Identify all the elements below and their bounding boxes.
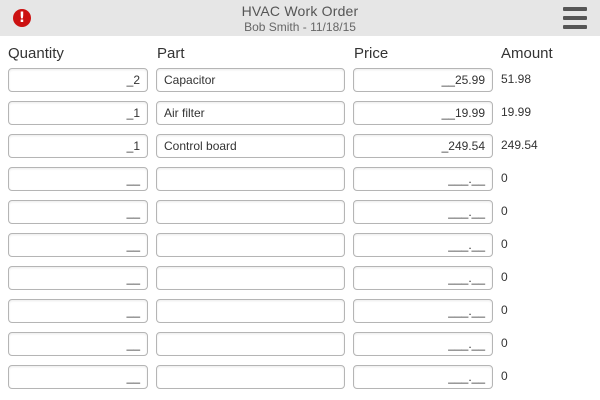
price-input[interactable]: ___.__ [353, 332, 493, 356]
amount-value: 0 [501, 369, 508, 383]
price-input[interactable]: ___.__ [353, 266, 493, 290]
amount-value: 0 [501, 270, 508, 284]
part-input[interactable] [156, 200, 345, 224]
quantity-input[interactable]: _2 [8, 68, 148, 92]
quantity-input[interactable]: __ [8, 299, 148, 323]
amount-value: 0 [501, 171, 508, 185]
part-input[interactable] [156, 365, 345, 389]
app-header: ! HVAC Work Order Bob Smith - 11/18/15 [0, 0, 600, 36]
part-input[interactable] [156, 167, 345, 191]
amount-value: 0 [501, 303, 508, 317]
part-input[interactable] [156, 332, 345, 356]
hamburger-menu-icon[interactable] [563, 7, 587, 29]
quantity-input[interactable]: __ [8, 167, 148, 191]
page-title: HVAC Work Order [241, 3, 359, 19]
amount-value: 0 [501, 336, 508, 350]
quantity-input[interactable]: __ [8, 266, 148, 290]
amount-value: 249.54 [501, 138, 538, 152]
price-input[interactable]: ___.__ [353, 167, 493, 191]
quantity-input[interactable]: __ [8, 233, 148, 257]
part-input[interactable]: Air filter [156, 101, 345, 125]
price-input[interactable]: __19.99 [353, 101, 493, 125]
part-input[interactable]: Capacitor [156, 68, 345, 92]
amount-column-header: Amount [501, 45, 553, 62]
price-input[interactable]: _249.54 [353, 134, 493, 158]
price-input[interactable]: ___.__ [353, 299, 493, 323]
amount-value: 0 [501, 237, 508, 251]
amount-value: 0 [501, 204, 508, 218]
part-column-header: Part [157, 45, 185, 62]
amount-value: 51.98 [501, 72, 532, 86]
quantity-input[interactable]: __ [8, 200, 148, 224]
quantity-input[interactable]: __ [8, 332, 148, 356]
price-input[interactable]: ___.__ [353, 200, 493, 224]
price-input[interactable]: __25.99 [353, 68, 493, 92]
quantity-input[interactable]: _1 [8, 101, 148, 125]
page-subtitle: Bob Smith - 11/18/15 [244, 20, 356, 34]
price-input[interactable]: ___.__ [353, 233, 493, 257]
price-column-header: Price [354, 45, 389, 62]
part-input[interactable] [156, 233, 345, 257]
part-input[interactable] [156, 299, 345, 323]
quantity-column-header: Quantity [8, 45, 64, 62]
part-input[interactable] [156, 266, 345, 290]
quantity-input[interactable]: __ [8, 365, 148, 389]
price-input[interactable]: ___.__ [353, 365, 493, 389]
part-input[interactable]: Control board [156, 134, 345, 158]
amount-value: 19.99 [501, 105, 532, 119]
quantity-input[interactable]: _1 [8, 134, 148, 158]
